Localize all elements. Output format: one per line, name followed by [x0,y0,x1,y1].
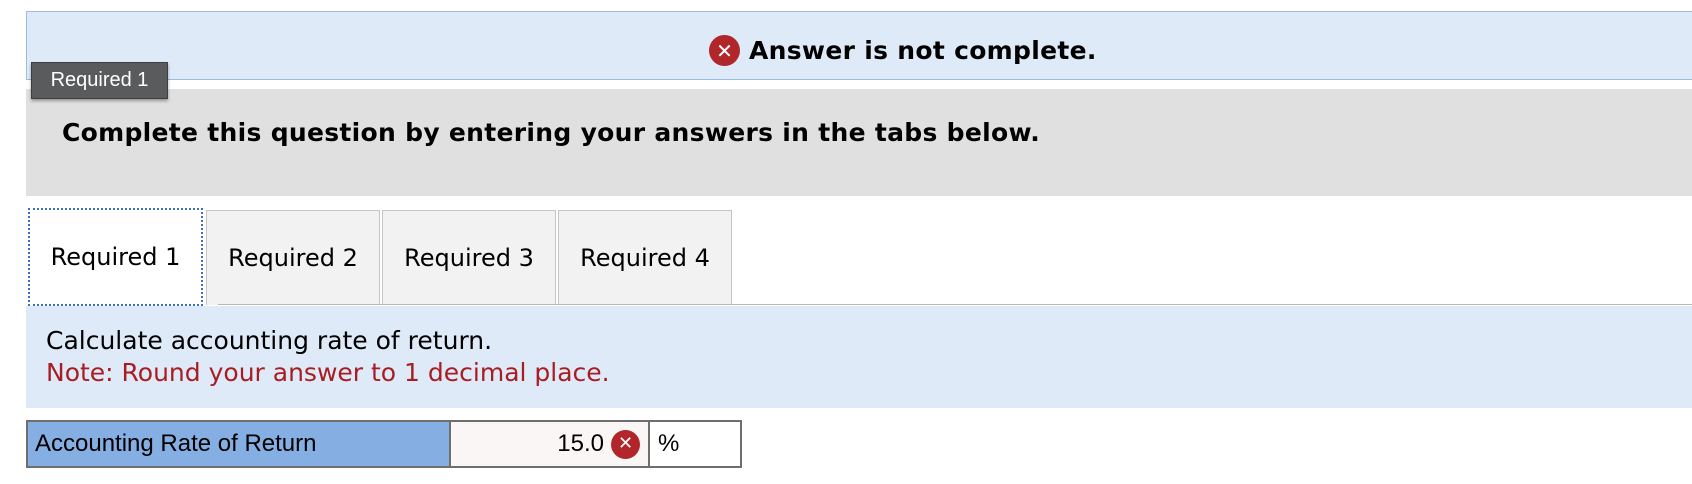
tab-label: Required 1 [50,243,181,271]
answer-input[interactable]: 15.0 ✕ [451,422,650,466]
instruction-text: Complete this question by entering your … [62,118,1041,147]
status-banner-content: ✕ Answer is not complete. [709,35,1097,66]
question-prompt: Calculate accounting rate of return. Not… [26,306,1692,408]
tab-label: Required 3 [404,244,534,272]
tab-tooltip: Required 1 [31,62,168,99]
tab-divider [218,304,1692,305]
tab-label: Required 4 [580,244,710,272]
tab-required-3[interactable]: Required 3 [382,210,556,305]
instruction-panel: Complete this question by entering your … [26,89,1692,196]
error-x-icon: ✕ [611,429,640,459]
tab-required-1[interactable]: Required 1 [28,208,203,306]
tab-required-4[interactable]: Required 4 [558,210,732,305]
percent-unit: % [650,422,740,466]
question-text: Calculate accounting rate of return. [46,326,493,355]
answer-label: Accounting Rate of Return [28,422,451,466]
status-banner: ✕ Answer is not complete. [26,11,1692,80]
tab-label: Required 2 [228,244,358,272]
tab-required-2[interactable]: Required 2 [206,210,380,305]
answer-value: 15.0 [557,430,604,457]
rounding-note: Note: Round your answer to 1 decimal pla… [46,358,610,387]
answer-row: Accounting Rate of Return 15.0 ✕ % [26,420,742,468]
status-message: Answer is not complete. [749,36,1097,65]
error-x-icon: ✕ [709,35,740,66]
